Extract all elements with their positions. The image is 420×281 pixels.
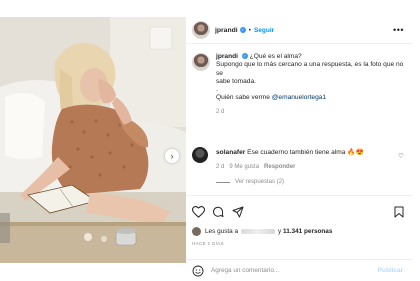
post-photo: › — [0, 17, 186, 263]
view-replies-button[interactable]: Ver respuestas (2) — [216, 179, 408, 185]
likes-summary: Les gusta a y 11.341 personas — [192, 227, 332, 236]
comment-text: solanafer Ese cuaderno también tiene alm… — [216, 147, 408, 157]
more-options-icon[interactable]: ••• — [393, 25, 404, 35]
caption-quote-prefix: Quién sabe verme — [216, 94, 272, 102]
caption-line-1: ¿Qué es el alma? — [249, 53, 302, 60]
comment-time[interactable]: 2 d — [216, 164, 224, 170]
comment-body: Ese cuaderno también tiene alma 🔥😍 — [247, 149, 364, 156]
post-side-panel: jprandi ✓ • Seguir ••• jprandi ✓ ¿Qué es… — [186, 17, 412, 276]
view-replies-label: Ver respuestas (2) — [235, 179, 285, 185]
comment-likes[interactable]: 9 Me gusta — [229, 164, 259, 170]
post-caption: jprandi ✓ ¿Qué es el alma? Supongo que l… — [192, 53, 408, 115]
caption-username[interactable]: jprandi — [216, 53, 238, 60]
liker-avatar[interactable] — [192, 227, 201, 236]
caption-time[interactable]: 2 d — [216, 109, 408, 115]
comment-input[interactable] — [211, 267, 361, 274]
likes-connector: y — [278, 228, 282, 235]
paper-plane-icon[interactable] — [232, 206, 244, 220]
post-header: jprandi ✓ • Seguir ••• — [186, 17, 412, 44]
follow-button[interactable]: Seguir — [254, 27, 274, 34]
comment-item: solanafer Ese cuaderno también tiene alm… — [192, 147, 408, 185]
author-username[interactable]: jprandi — [215, 27, 238, 34]
caption-line-3: sabe tomada. — [216, 77, 256, 85]
chevron-right-icon: › — [170, 151, 174, 161]
header-separator: • — [248, 26, 251, 34]
caption-avatar[interactable] — [192, 53, 210, 71]
instagram-post-embed: › jprandi ✓ • Seguir ••• jprandi ✓ ¿Qué … — [0, 0, 420, 280]
reply-button[interactable]: Responder — [264, 164, 295, 170]
author-avatar[interactable] — [192, 21, 210, 39]
photo-illustration — [0, 17, 186, 263]
post-date[interactable]: HACE 2 DÍAS — [192, 241, 224, 246]
comment-bubble-icon[interactable] — [212, 206, 224, 220]
verified-badge-icon: ✓ — [241, 53, 248, 60]
comment-heart-icon[interactable]: ♡ — [398, 152, 404, 160]
caption-mention-link[interactable]: @emanuelortega1 — [272, 94, 326, 101]
caption-text: jprandi ✓ ¿Qué es el alma? Supongo que l… — [216, 53, 408, 103]
comment-meta: 2 d 9 Me gusta Responder — [216, 164, 408, 170]
smiley-icon[interactable] — [192, 265, 204, 277]
caption-line-2: Supongo que lo más cercano a una respues… — [216, 61, 404, 77]
publish-button[interactable]: Publicar — [378, 267, 403, 274]
commenter-username[interactable]: solanafer — [216, 149, 245, 156]
bookmark-icon[interactable] — [394, 206, 404, 220]
replies-divider — [216, 181, 230, 183]
post-actions-area: Les gusta a y 11.341 personas HACE 2 DÍA… — [186, 195, 412, 263]
caption-dot-line: . — [216, 86, 218, 94]
next-photo-button[interactable]: › — [165, 149, 179, 163]
likes-count[interactable]: 11.341 personas — [283, 228, 332, 235]
commenter-avatar[interactable] — [192, 147, 208, 163]
add-comment-bar: Publicar — [186, 259, 412, 281]
heart-icon[interactable] — [191, 206, 206, 220]
likes-prefix: Les gusta a — [205, 228, 239, 235]
verified-badge-icon: ✓ — [239, 27, 246, 33]
blurred-liker-name — [241, 229, 276, 234]
